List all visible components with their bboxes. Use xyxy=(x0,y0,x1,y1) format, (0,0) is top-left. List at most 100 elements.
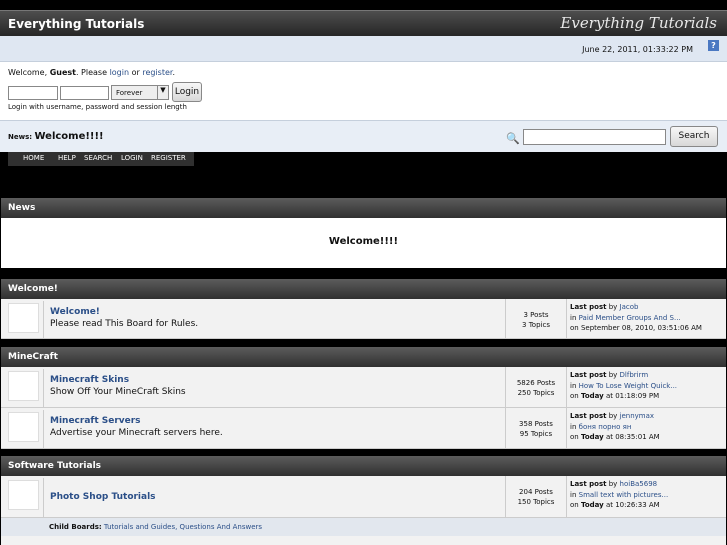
child-boards-label: Child Boards: xyxy=(49,523,102,531)
board-row: Photo Shop Tutorials 204 Posts 150 Topic… xyxy=(1,476,726,518)
site-logo[interactable]: Everything Tutorials xyxy=(560,11,717,37)
last-post: Last post by hoiBa5698 in Small text wit… xyxy=(570,479,668,511)
last-post: Last post by jennymax in боня порно ян o… xyxy=(570,411,660,443)
board-link[interactable]: Welcome! xyxy=(50,307,505,317)
category-software-tutorials[interactable]: Software Tutorials xyxy=(1,456,726,476)
help-icon[interactable]: ? xyxy=(708,40,719,51)
last-post-label: Last post xyxy=(570,371,607,379)
last-post-user[interactable]: Jacob xyxy=(620,303,639,311)
period-text: . xyxy=(172,68,176,77)
board-icon xyxy=(8,303,39,333)
last-post-date: on September 08, 2010, 03:51:06 AM xyxy=(570,324,702,332)
last-post-topic[interactable]: Small text with pictures... xyxy=(579,491,669,499)
by-text: by xyxy=(608,303,618,311)
last-post-user[interactable]: hoiBa5698 xyxy=(620,480,658,488)
board-info: Photo Shop Tutorials xyxy=(43,478,505,517)
last-post: Last post by Jacob in Paid Member Groups… xyxy=(570,302,702,334)
topic-count: 3 Topics xyxy=(522,321,550,329)
search-button[interactable]: Search xyxy=(670,126,718,147)
last-post-time: at 10:26:33 AM xyxy=(605,501,660,509)
post-count: 5826 Posts xyxy=(516,379,556,387)
in-text: in xyxy=(570,381,577,390)
post-count: 204 Posts xyxy=(519,488,553,496)
last-post-label: Last post xyxy=(570,480,607,488)
register-link[interactable]: register xyxy=(142,68,172,77)
or-text: or xyxy=(131,68,140,77)
last-post-topic[interactable]: Paid Member Groups And S... xyxy=(579,314,681,322)
topic-count: 95 Topics xyxy=(519,430,553,438)
session-length-select[interactable]: Forever ▼ xyxy=(111,85,169,100)
login-link[interactable]: login xyxy=(110,68,130,77)
by-text: by xyxy=(608,412,618,420)
last-post-label: Last post xyxy=(570,412,607,420)
news-section-header: News xyxy=(1,198,726,218)
news-label: News: xyxy=(8,133,33,141)
board-info: Welcome! Please read This Board for Rule… xyxy=(43,301,505,338)
news-headline: News: Welcome!!!! xyxy=(8,131,104,142)
post-count: 3 Posts xyxy=(523,311,549,319)
post-count: 358 Posts xyxy=(519,420,553,428)
guest-name: Guest xyxy=(49,68,76,77)
board-link[interactable]: Minecraft Skins xyxy=(50,375,505,385)
board-link[interactable]: Minecraft Servers xyxy=(50,416,505,426)
category-minecraft[interactable]: MineCraft xyxy=(1,347,726,367)
board-stats: 204 Posts 150 Topics xyxy=(505,476,567,517)
password-input[interactable] xyxy=(60,86,109,100)
site-header: Everything Tutorials Everything Tutorial… xyxy=(0,10,727,36)
category-welcome[interactable]: Welcome! xyxy=(1,279,726,299)
in-text: in xyxy=(570,313,577,322)
username-input[interactable] xyxy=(8,86,58,100)
login-button[interactable]: Login xyxy=(172,82,202,102)
login-hint: Login with username, password and sessio… xyxy=(8,103,187,111)
menu-register[interactable]: REGISTER xyxy=(151,154,186,162)
by-text: by xyxy=(608,371,618,379)
site-title: Everything Tutorials xyxy=(8,17,145,31)
in-text: in xyxy=(570,490,577,499)
board-stats: 5826 Posts 250 Topics xyxy=(505,367,567,407)
date-bar: June 22, 2011, 01:33:22 PM ? xyxy=(0,36,727,62)
in-text: in xyxy=(570,422,577,431)
board-icon xyxy=(8,371,39,401)
next-board-row xyxy=(1,536,726,545)
board-info: Minecraft Skins Show Off Your MineCraft … xyxy=(43,369,505,407)
board-description: Show Off Your MineCraft Skins xyxy=(50,387,186,397)
last-post-time: at 01:18:09 PM xyxy=(605,392,660,400)
board-icon xyxy=(8,480,39,510)
user-panel: Welcome, Guest. Please login or register… xyxy=(0,62,727,120)
search-input[interactable] xyxy=(523,129,666,145)
last-post-topic[interactable]: How To Lose Weight Quick... xyxy=(579,382,677,390)
board-description: Please read This Board for Rules. xyxy=(50,319,199,329)
menu-home[interactable]: HOME xyxy=(23,154,44,162)
menu-search[interactable]: SEARCH xyxy=(84,154,112,162)
magnifier-icon: 🔍 xyxy=(506,132,520,145)
current-datetime: June 22, 2011, 01:33:22 PM xyxy=(582,45,693,54)
child-boards-line: Child Boards: Tutorials and Guides, Ques… xyxy=(49,523,262,531)
board-description: Advertise your Minecraft servers here. xyxy=(50,428,223,438)
welcome-message: Welcome, Guest. Please login or register… xyxy=(8,68,175,77)
please-text: . Please xyxy=(75,68,108,77)
last-post-label: Last post xyxy=(570,303,607,311)
on-text: on xyxy=(570,501,579,509)
board-link[interactable]: Photo Shop Tutorials xyxy=(50,492,505,502)
news-text: Welcome!!!! xyxy=(34,131,104,142)
board-stats: 3 Posts 3 Topics xyxy=(505,299,567,338)
board-stats: 358 Posts 95 Topics xyxy=(505,408,567,448)
today-text: Today xyxy=(580,433,604,441)
menu-login[interactable]: LOGIN xyxy=(121,154,143,162)
by-text: by xyxy=(608,480,618,488)
board-icon xyxy=(8,412,39,442)
board-row: Minecraft Servers Advertise your Minecra… xyxy=(1,408,726,449)
last-post-user[interactable]: jennymax xyxy=(620,412,655,420)
last-post-user[interactable]: Dlfbrirm xyxy=(620,371,649,379)
board-row: Minecraft Skins Show Off Your MineCraft … xyxy=(1,367,726,408)
topic-count: 150 Topics xyxy=(517,498,555,506)
news-bar: News: Welcome!!!! 🔍 Search xyxy=(0,120,727,152)
on-text: on xyxy=(570,392,579,400)
child-board-links[interactable]: Tutorials and Guides, Questions And Answ… xyxy=(104,523,262,531)
last-post-topic[interactable]: боня порно ян xyxy=(579,423,632,431)
chevron-down-icon: ▼ xyxy=(157,86,168,99)
menu-help[interactable]: HELP xyxy=(58,154,76,162)
session-option: Forever xyxy=(116,89,143,97)
topic-count: 250 Topics xyxy=(517,389,555,397)
on-text: on xyxy=(570,433,579,441)
